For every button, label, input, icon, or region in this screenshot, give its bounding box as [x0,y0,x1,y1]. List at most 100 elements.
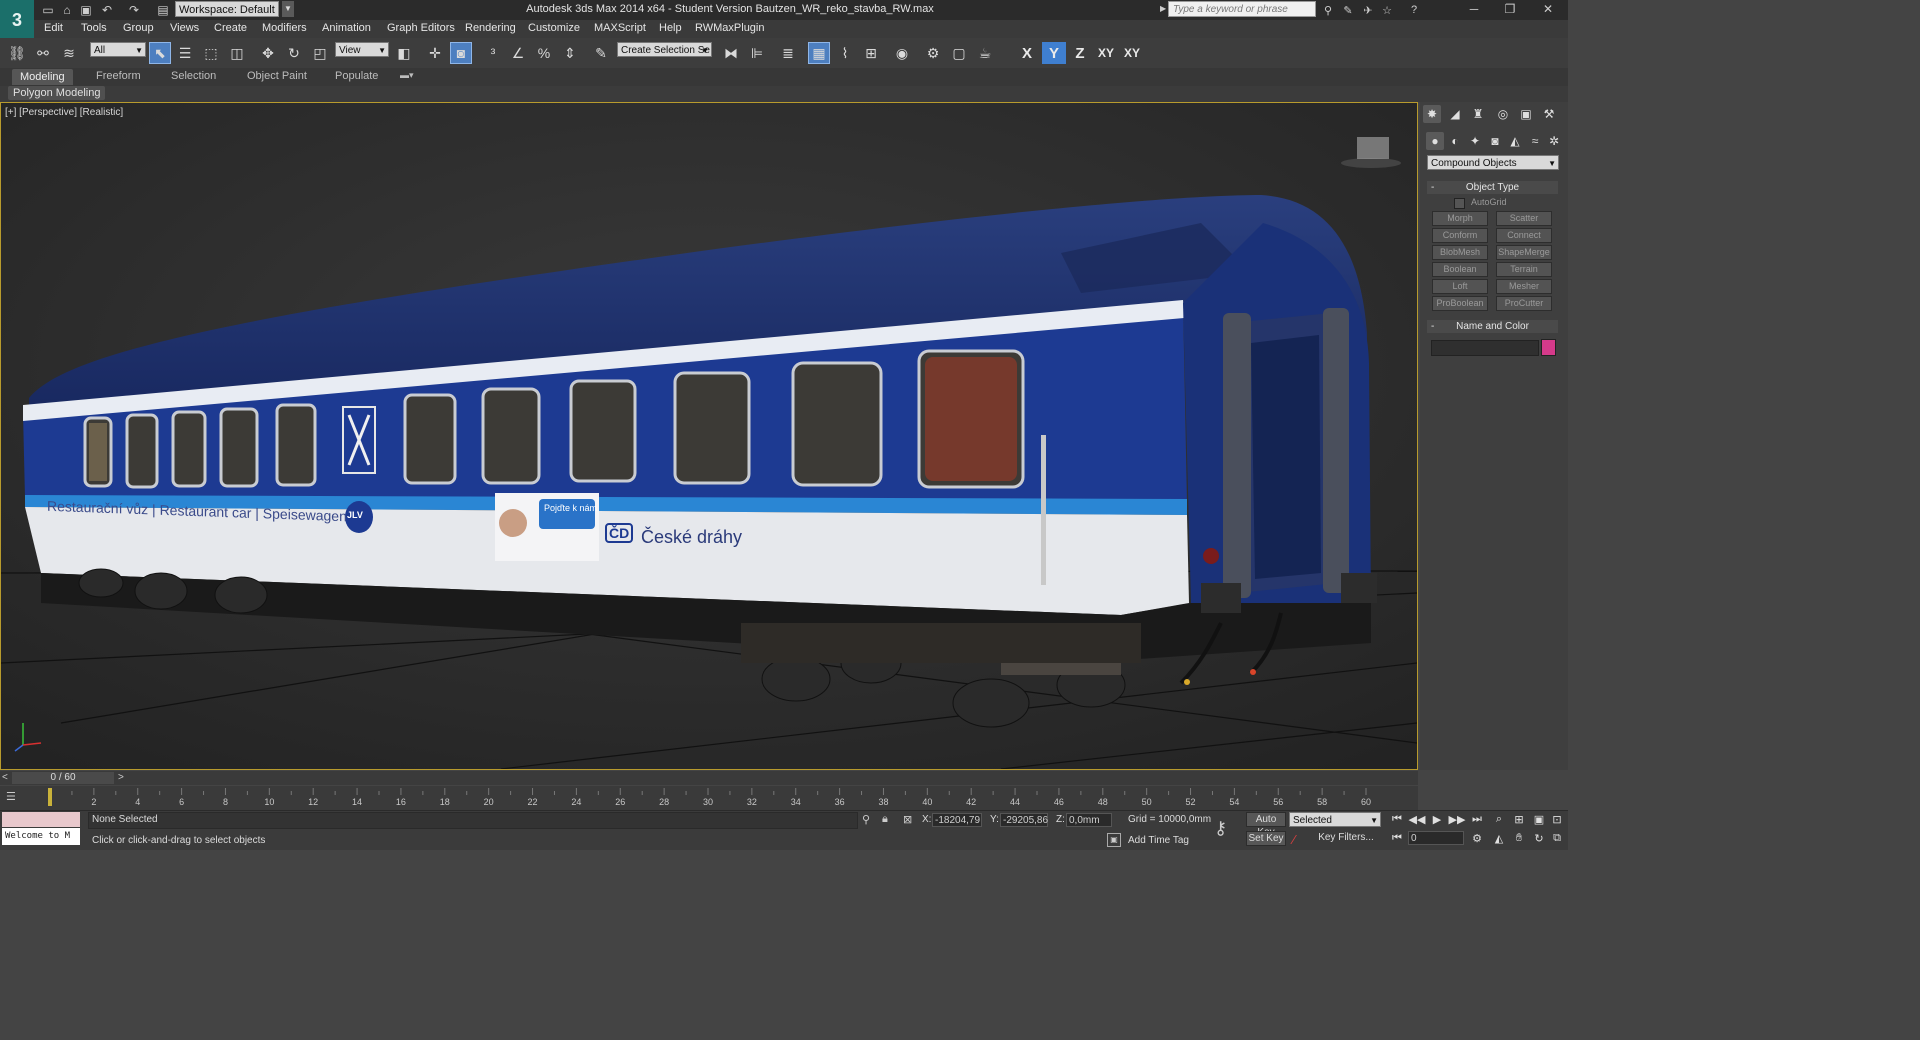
named-selection-dropdown[interactable]: Create Selection Se ▼ [617,42,712,57]
menu-maxscript[interactable]: MAXScript [594,22,646,34]
move-icon[interactable]: ✥ [257,42,279,64]
search-input[interactable]: Type a keyword or phrase [1168,1,1316,17]
terrain-button[interactable]: Terrain [1496,262,1552,277]
orbit-icon[interactable]: ↻ [1530,830,1548,846]
menu-graph-editors[interactable]: Graph Editors [387,22,455,34]
add-time-tag[interactable]: Add Time Tag [1128,835,1189,846]
absolute-mode-icon[interactable]: ⊠ [903,813,912,826]
blobmesh-button[interactable]: BlobMesh [1432,245,1488,260]
set-key-icon[interactable]: ⁄ [1293,832,1295,847]
procutter-button[interactable]: ProCutter [1496,296,1552,311]
binoculars-icon[interactable]: ⚲ [1320,2,1336,18]
proboolean-button[interactable]: ProBoolean [1432,296,1488,311]
autogrid-checkbox[interactable] [1454,198,1465,209]
lights-icon[interactable]: ✦ [1466,132,1484,150]
scene-explorer-icon[interactable]: ▦ [808,42,830,64]
play-icon[interactable]: ▶ [1428,811,1446,827]
new-file-icon[interactable]: ▭ [40,2,56,18]
keyboard-shortcut-override-icon[interactable]: ◙ [450,42,472,64]
next-frame-icon[interactable]: ▶▶ [1448,811,1466,827]
cameras-icon[interactable]: ◙ [1486,132,1504,150]
current-frame-field[interactable]: 0 [1408,831,1464,845]
set-key-button[interactable]: Set Key [1246,831,1286,846]
select-object-icon[interactable]: ⬉ [149,42,171,64]
hierarchy-panel-icon[interactable]: ♜ [1469,105,1487,123]
scale-icon[interactable]: ◰ [309,42,331,64]
maximize-viewport-icon[interactable]: ⧉ [1548,830,1566,846]
modify-panel-icon[interactable]: ◢ [1446,105,1464,123]
window-crossing-icon[interactable]: ◫ [226,42,248,64]
axis-x-button[interactable]: X [1015,42,1039,64]
time-slider-thumb[interactable]: 0 / 60 [12,772,114,784]
snaps-toggle-icon[interactable]: ³ [482,42,504,64]
render-setup-icon[interactable]: ⚙ [922,42,944,64]
menu-views[interactable]: Views [170,22,199,34]
select-manipulate-icon[interactable]: ✛ [424,42,446,64]
reference-coordinate-dropdown[interactable]: View ▼ [335,42,389,57]
favorites-star-icon[interactable]: ☆ [1379,2,1395,18]
perspective-viewport[interactable]: Restaurační vůz | Restaurant car | Speis… [0,102,1418,770]
tab-freeform[interactable]: Freeform [96,70,141,82]
y-coordinate-field[interactable]: -29205,86 [1000,813,1048,827]
workspace-dropdown[interactable]: Workspace: Default [175,1,279,17]
isolate-icon[interactable]: ⚲ [862,813,870,826]
maxscript-listener-output[interactable] [2,812,80,827]
connect-button[interactable]: Connect [1496,228,1552,243]
time-tag-icon[interactable]: ▣ [1107,833,1121,847]
geometry-icon[interactable]: ● [1426,132,1444,150]
communication-icon[interactable]: ✈ [1360,2,1376,18]
tab-object-paint[interactable]: Object Paint [247,70,307,82]
percent-snap-icon[interactable]: % [533,42,555,64]
unlink-icon[interactable]: ⚯ [32,42,54,64]
ribbon-options-icon[interactable]: ▬▾ [400,70,414,81]
menu-modifiers[interactable]: Modifiers [262,22,307,34]
selection-lock-icon[interactable]: 🔒︎ [882,813,888,826]
previous-frame-icon[interactable]: ◀◀ [1408,811,1426,827]
viewport-label[interactable]: [+] [Perspective] [Realistic] [5,107,123,118]
menu-help[interactable]: Help [659,22,682,34]
close-icon[interactable]: ✕ [1530,0,1566,18]
space-warps-icon[interactable]: ≈ [1526,132,1544,150]
menu-tools[interactable]: Tools [81,22,107,34]
object-category-dropdown[interactable]: Compound Objects ▼ [1427,155,1559,170]
zoom-extents-icon[interactable]: ▣ [1530,811,1548,827]
z-coordinate-field[interactable]: 0,0mm [1066,813,1112,827]
link-icon[interactable]: ⛓ [6,42,28,64]
boolean-button[interactable]: Boolean [1432,262,1488,277]
expand-arrow-icon[interactable]: ▶ [1160,4,1166,13]
axis-y-button[interactable]: Y [1042,42,1066,64]
rotate-icon[interactable]: ↻ [283,42,305,64]
axis-xy-cycle-button[interactable]: XY [1120,42,1144,64]
project-folder-icon[interactable]: ▤ [155,2,171,18]
schematic-view-icon[interactable]: ⊞ [860,42,882,64]
object-color-swatch[interactable] [1541,339,1556,356]
mesher-button[interactable]: Mesher [1496,279,1552,294]
x-coordinate-field[interactable]: -18204,79 [932,813,982,827]
loft-button[interactable]: Loft [1432,279,1488,294]
object-name-field[interactable] [1431,340,1539,356]
mirror-icon[interactable]: ⧓ [720,42,742,64]
time-slider-track[interactable] [0,771,1418,785]
menu-animation[interactable]: Animation [322,22,371,34]
helpers-icon[interactable]: ◭ [1506,132,1524,150]
minimize-icon[interactable]: ─ [1456,0,1492,18]
systems-icon[interactable]: ✲ [1545,132,1563,150]
mini-curve-editor-icon[interactable]: ☰ [6,790,26,806]
go-to-end-icon[interactable]: ⏭ [1468,811,1486,827]
polygon-modeling-panel[interactable]: Polygon Modeling [8,86,106,100]
create-panel-icon[interactable]: ✸ [1423,105,1441,123]
open-file-icon[interactable]: ⌂ [59,2,75,18]
field-of-view-icon[interactable]: ◭ [1490,830,1508,846]
layer-manager-icon[interactable]: ≣ [777,42,799,64]
menu-customize[interactable]: Customize [528,22,580,34]
help-icon[interactable]: ? [1406,2,1422,18]
axis-xy-button[interactable]: XY [1094,42,1118,64]
zoom-icon[interactable]: ⌕ [1490,811,1508,827]
pan-view-icon[interactable]: ✋︎ [1510,830,1528,846]
bind-spacewarp-icon[interactable]: ≋ [58,42,80,64]
menu-create[interactable]: Create [214,22,247,34]
key-filters-button[interactable]: Key Filters... [1310,831,1382,846]
menu-group[interactable]: Group [123,22,154,34]
angle-snap-icon[interactable]: ∠ [507,42,529,64]
tab-modeling[interactable]: Modeling [12,69,73,85]
